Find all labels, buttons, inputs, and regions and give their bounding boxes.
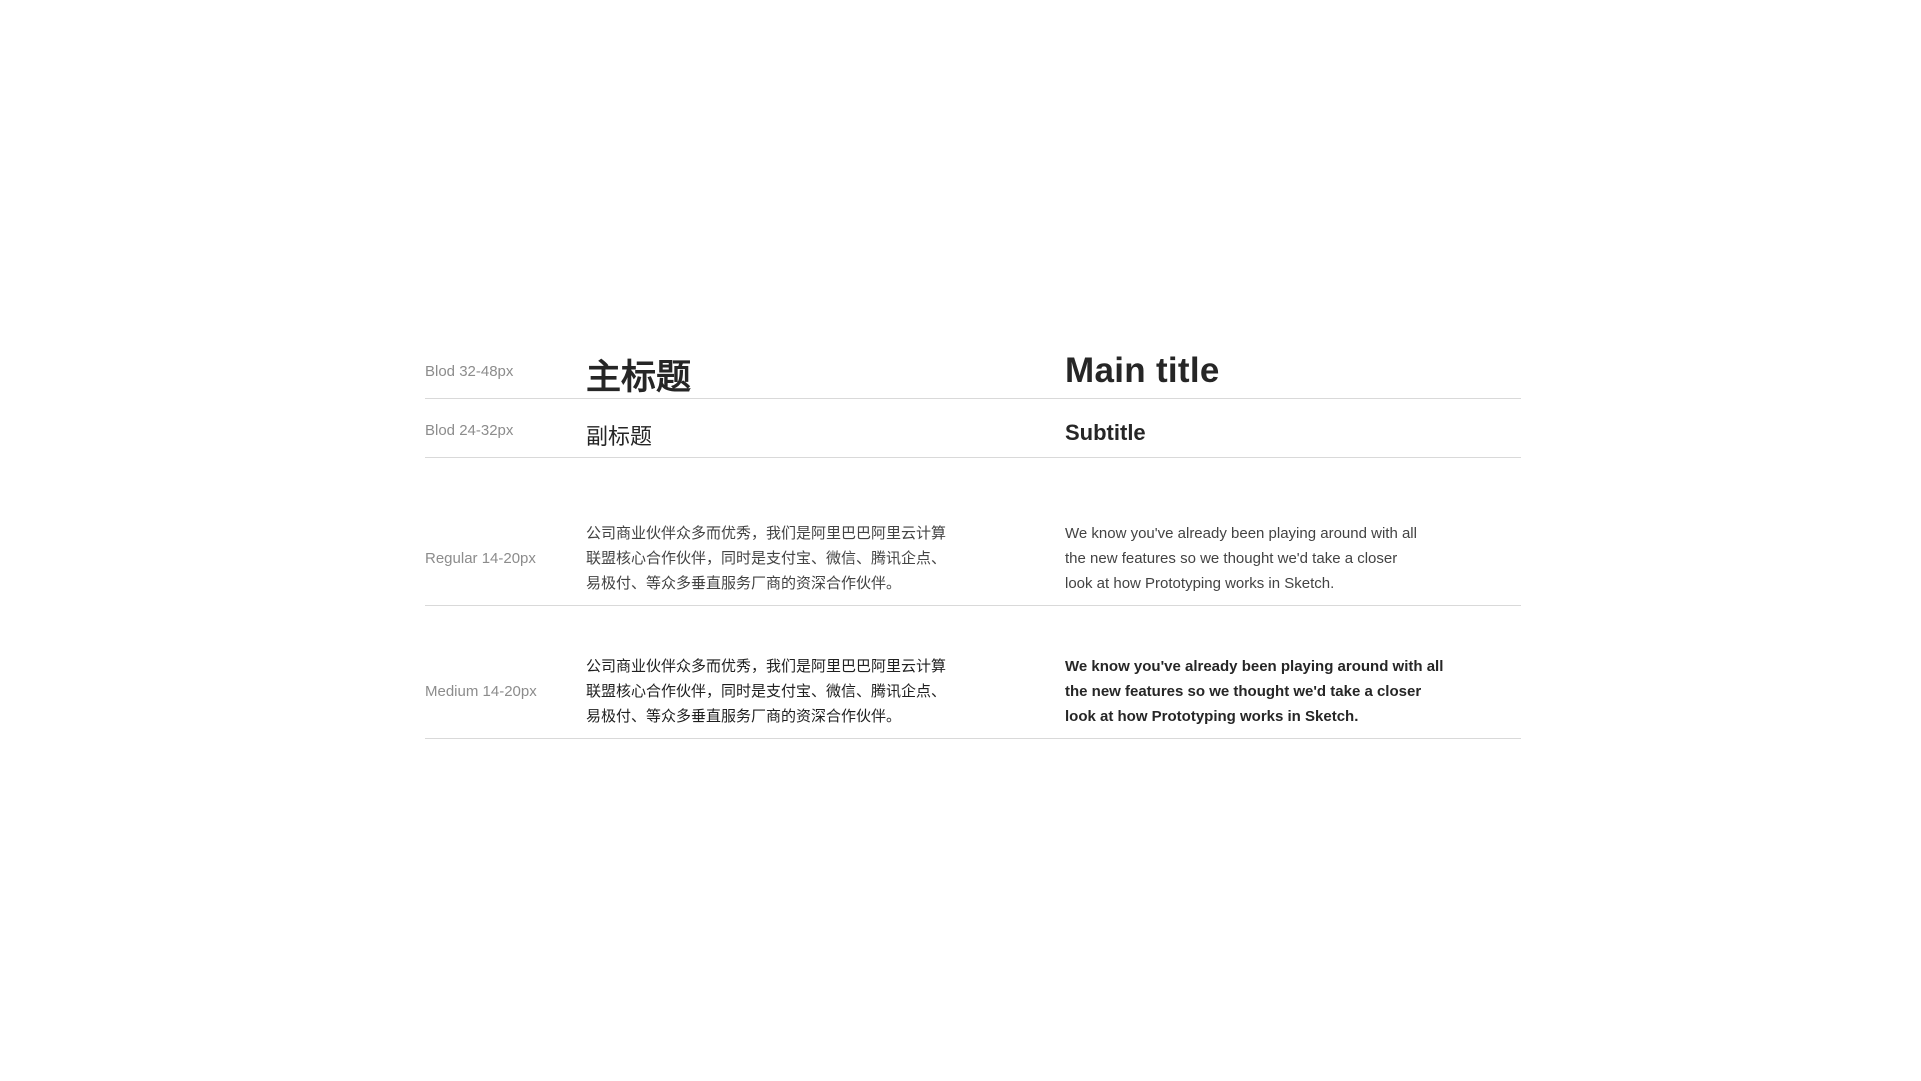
sample-cn-medium-paragraph: 公司商业伙伴众多而优秀，我们是阿里巴巴阿里云计算 联盟核心合作伙伴，同时是支付宝… (586, 654, 946, 729)
sample-cn-main-title: 主标题 (586, 358, 692, 398)
sample-en-main-title: Main title (1065, 351, 1220, 390)
paragraph-line: 联盟核心合作伙伴，同时是支付宝、微信、腾讯企点、 (586, 682, 947, 700)
spec-row-main-title: Blod 32-48px 主标题 Main title (425, 343, 1521, 399)
spec-row-subtitle: Blod 24-32px 副标题 Subtitle (425, 399, 1521, 458)
row-label: Regular 14-20px (425, 550, 536, 567)
spec-row-medium-body: Medium 14-20px 公司商业伙伴众多而优秀，我们是阿里巴巴阿里云计算 … (425, 606, 1521, 739)
paragraph-line: We know you've already been playing arou… (1065, 525, 1417, 542)
paragraph-line: 公司商业伙伴众多而优秀，我们是阿里巴巴阿里云计算 (586, 524, 947, 542)
sample-en-regular-paragraph: We know you've already been playing arou… (1065, 521, 1417, 596)
row-label: Blod 32-48px (425, 363, 514, 380)
paragraph-line: the new features so we thought we'd take… (1065, 683, 1422, 700)
paragraph-line: 易极付、等众多垂直服务厂商的资深合作伙伴。 (586, 707, 902, 725)
sample-cn-regular-paragraph: 公司商业伙伴众多而优秀，我们是阿里巴巴阿里云计算 联盟核心合作伙伴，同时是支付宝… (586, 521, 946, 596)
paragraph-line: 联盟核心合作伙伴，同时是支付宝、微信、腾讯企点、 (586, 549, 947, 567)
sample-cn-subtitle: 副标题 (586, 425, 653, 450)
paragraph-line: the new features so we thought we'd take… (1065, 550, 1398, 567)
row-label: Blod 24-32px (425, 422, 514, 439)
paragraph-line: 公司商业伙伴众多而优秀，我们是阿里巴巴阿里云计算 (586, 657, 947, 675)
typography-spec-table: Blod 32-48px 主标题 Main title Blod 24-32px… (425, 343, 1521, 739)
paragraph-line: look at how Prototyping works in Sketch. (1065, 708, 1359, 725)
sample-en-subtitle: Subtitle (1065, 420, 1146, 445)
paragraph-line: look at how Prototyping works in Sketch. (1065, 575, 1335, 592)
paragraph-line: We know you've already been playing arou… (1065, 658, 1444, 675)
row-label: Medium 14-20px (425, 683, 537, 700)
paragraph-line: 易极付、等众多垂直服务厂商的资深合作伙伴。 (586, 574, 902, 592)
spec-row-regular-body: Regular 14-20px 公司商业伙伴众多而优秀，我们是阿里巴巴阿里云计算… (425, 458, 1521, 606)
sample-en-medium-paragraph: We know you've already been playing arou… (1065, 654, 1443, 729)
